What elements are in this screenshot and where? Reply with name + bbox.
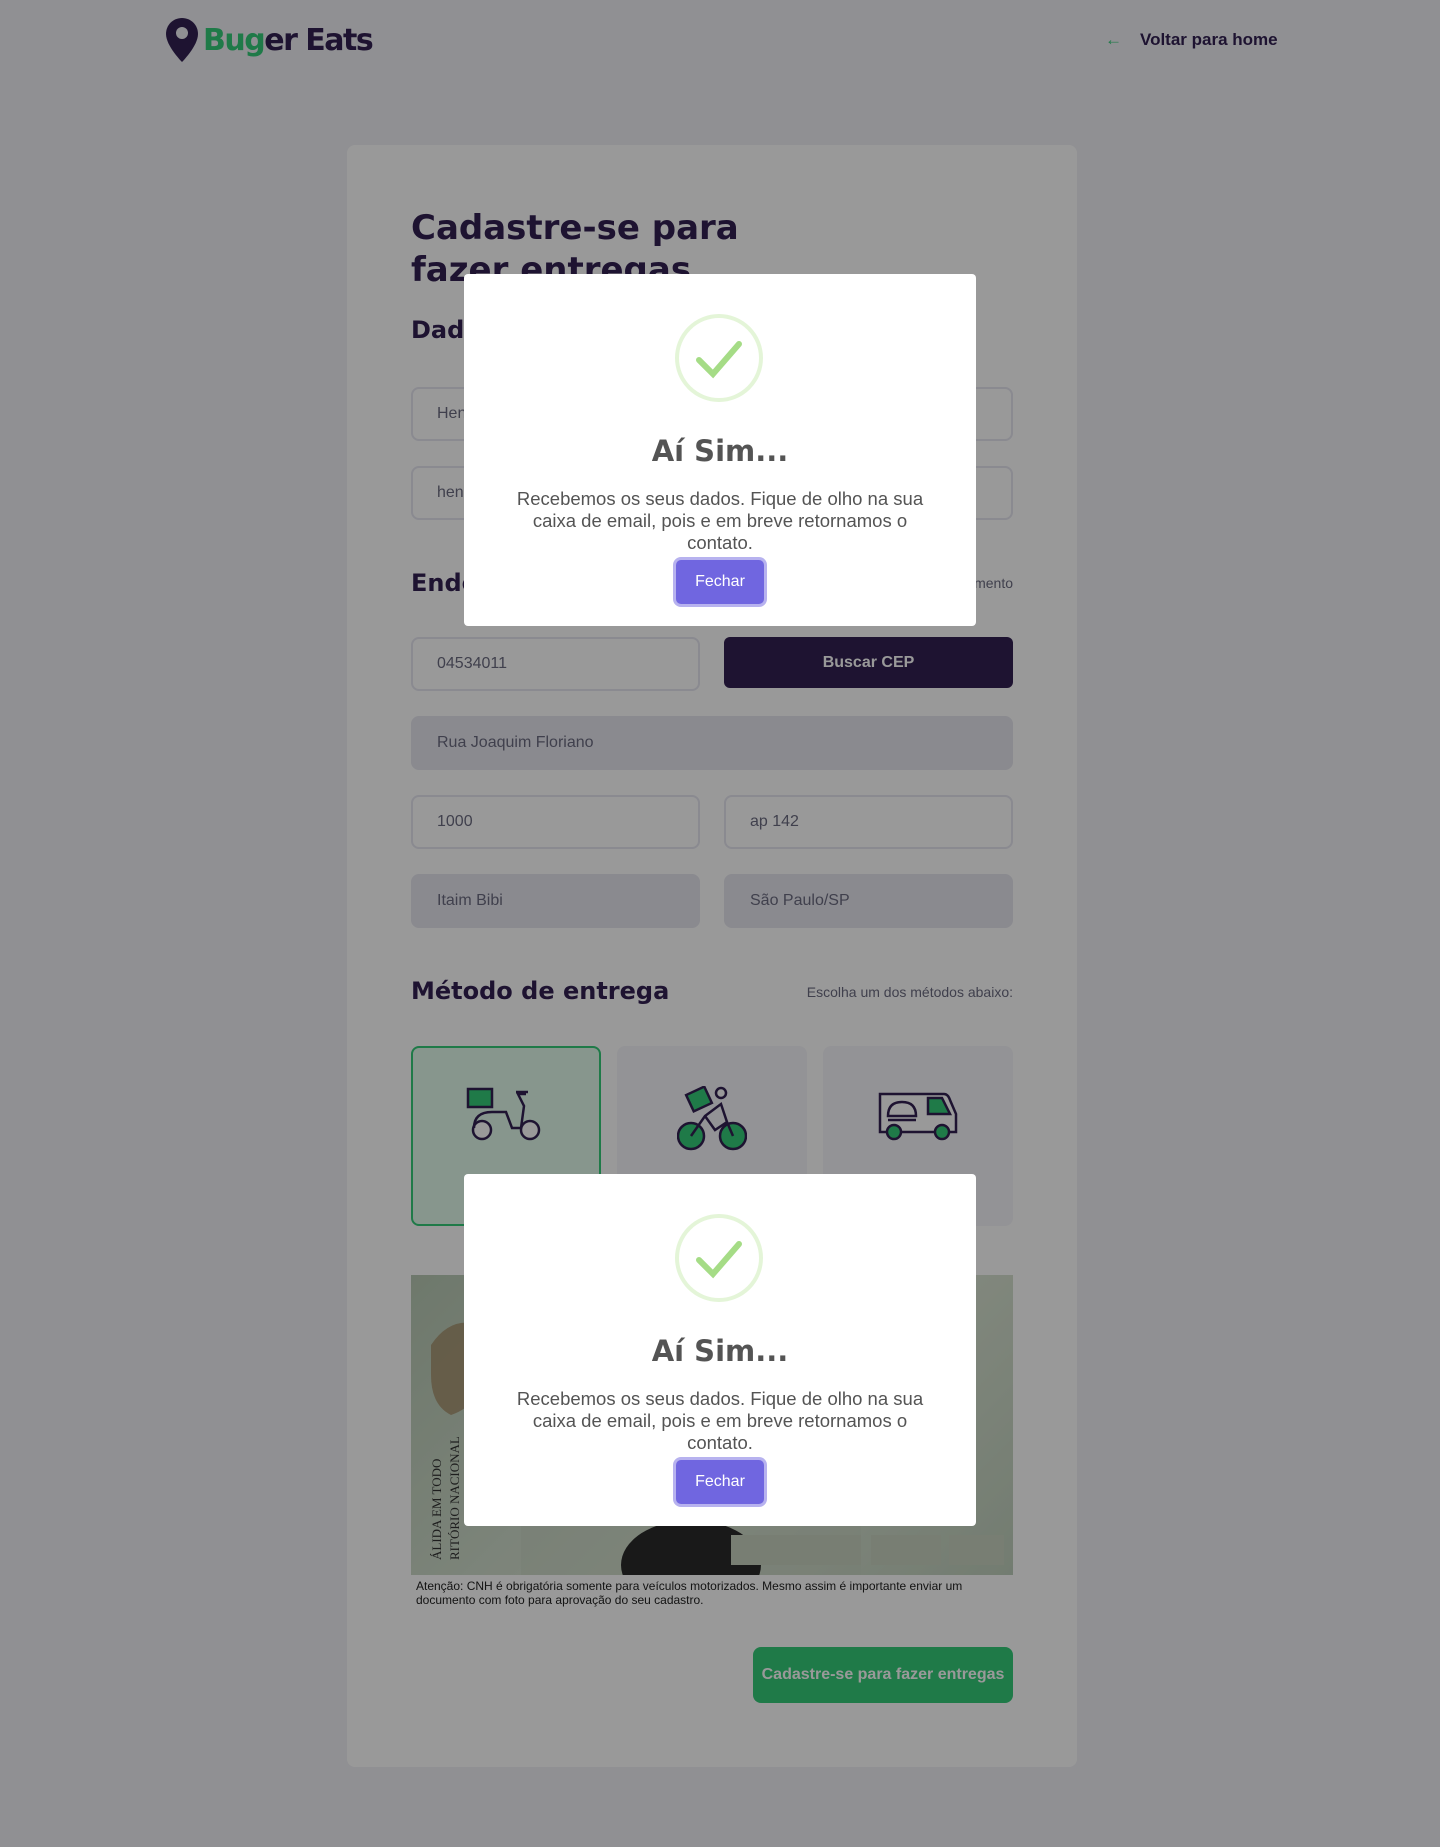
modal-message: Recebemos os seus dados. Fique de olho n… (516, 488, 924, 553)
modal-title: Aí Sim... (651, 1334, 789, 1368)
success-check-icon (675, 1214, 763, 1302)
close-modal-button[interactable]: Fechar (676, 1460, 764, 1504)
modal-message: Recebemos os seus dados. Fique de olho n… (516, 1388, 924, 1453)
success-modal: Aí Sim... Recebemos os seus dados. Fique… (464, 274, 976, 626)
success-modal: Aí Sim... Recebemos os seus dados. Fique… (464, 1174, 976, 1526)
modal-title: Aí Sim... (651, 434, 789, 468)
close-modal-button[interactable]: Fechar (676, 560, 764, 604)
success-check-icon (675, 314, 763, 402)
